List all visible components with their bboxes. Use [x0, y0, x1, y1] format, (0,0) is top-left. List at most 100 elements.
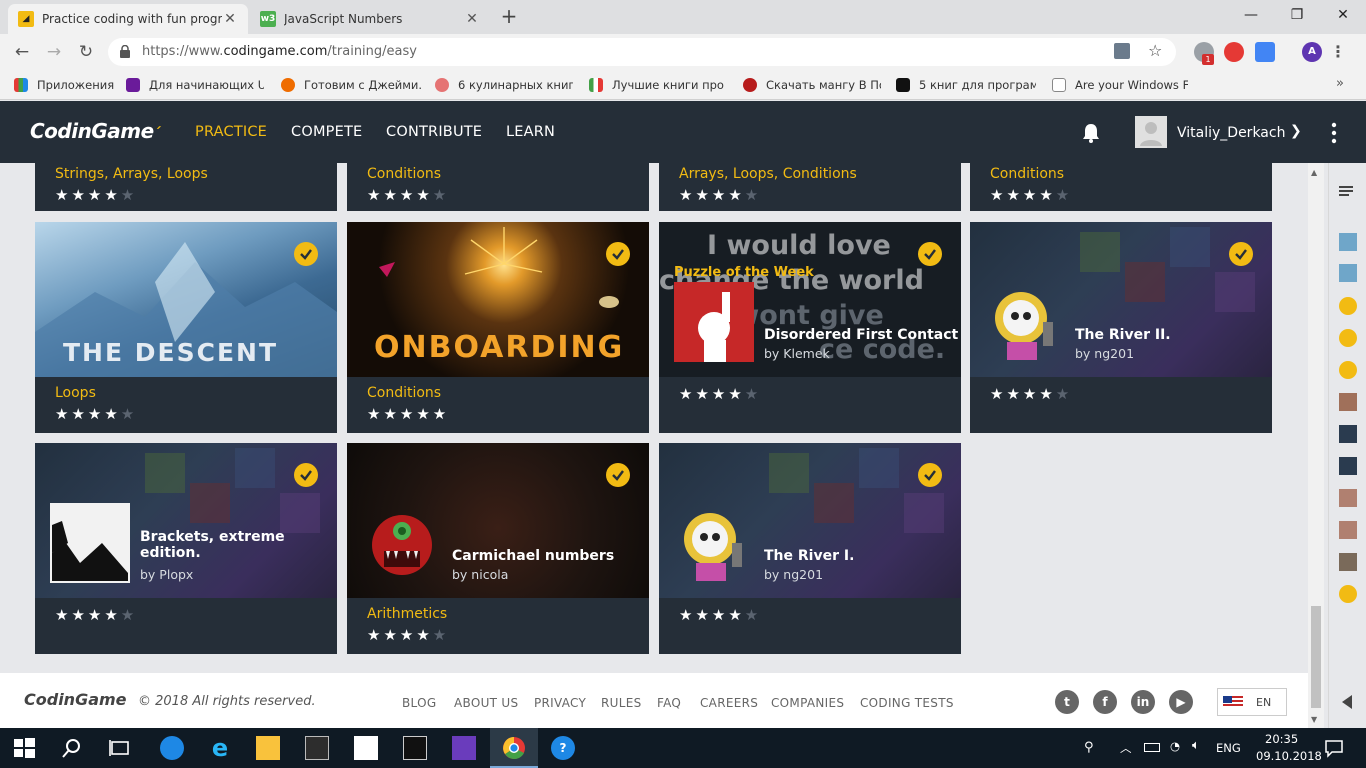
close-tab-icon[interactable]: ✕	[222, 11, 238, 27]
bookmark-item[interactable]: Скачать мангу В По	[743, 76, 881, 94]
help-icon[interactable]: ?	[551, 736, 575, 760]
maps-app-icon[interactable]	[160, 736, 184, 760]
chat-user-avatar[interactable]	[1339, 329, 1357, 347]
forward-button[interactable]: →	[42, 40, 66, 64]
maximize-button[interactable]: ❐	[1274, 0, 1320, 30]
language-selector[interactable]: EN	[1217, 688, 1287, 716]
show-hidden-icons-icon[interactable]: ︿	[1120, 740, 1132, 756]
bookmark-apps[interactable]: Приложения	[14, 76, 114, 94]
chrome-menu-icon[interactable]: ⋮	[1330, 42, 1346, 61]
footer-link-coding-tests[interactable]: CODING TESTS	[860, 696, 954, 710]
puzzle-card-disordered-first-contact[interactable]: I would love change the world ey wont gi…	[659, 222, 961, 433]
bookmark-item[interactable]: Для начинающих Ur	[126, 76, 264, 94]
footer-link-careers[interactable]: CAREERS	[700, 696, 758, 710]
store-icon[interactable]	[305, 736, 329, 760]
chat-user-avatar[interactable]	[1339, 553, 1357, 571]
footer-link-companies[interactable]: COMPANIES	[771, 696, 844, 710]
puzzle-card[interactable]: Strings, Arrays, Loops ★★★★★	[35, 163, 337, 211]
nav-learn[interactable]: LEARN	[506, 124, 555, 140]
chat-user-avatar[interactable]	[1339, 297, 1357, 315]
chat-user-avatar[interactable]	[1339, 521, 1357, 539]
puzzle-card[interactable]: Arrays, Loops, Conditions ★★★★★	[659, 163, 961, 211]
puzzle-card-the-river-1[interactable]: The River I. by ng201 ★★★★★	[659, 443, 961, 654]
terminal-icon[interactable]	[403, 736, 427, 760]
footer-link-faq[interactable]: FAQ	[657, 696, 681, 710]
close-tab-icon[interactable]: ✕	[464, 11, 480, 27]
close-window-button[interactable]: ✕	[1320, 0, 1366, 30]
menu-lines-icon[interactable]	[1339, 185, 1357, 199]
more-menu-icon[interactable]	[1324, 121, 1344, 145]
puzzle-card-brackets-extreme-edition[interactable]: Brackets, extreme edition. by Plopx ★★★★★	[35, 443, 337, 654]
chat-user-avatar[interactable]	[1339, 361, 1357, 379]
tab-codingame[interactable]: ◢ Practice coding with fun program ✕	[8, 4, 248, 34]
clock-time[interactable]: 20:35	[1265, 732, 1298, 746]
profile-avatar[interactable]: A	[1302, 42, 1322, 62]
chat-user-avatar[interactable]	[1339, 585, 1357, 603]
google-translate-extension-icon[interactable]	[1255, 42, 1275, 62]
footer-logo[interactable]: CodinGame	[24, 690, 127, 709]
wifi-icon[interactable]: ◔	[1170, 739, 1180, 753]
nav-practice[interactable]: PRACTICE	[195, 124, 267, 140]
username[interactable]: Vitaliy_Derkach	[1177, 125, 1285, 141]
linkedin-icon[interactable]: in	[1131, 690, 1155, 714]
back-button[interactable]: ←	[10, 40, 34, 64]
chat-user-avatar[interactable]	[1339, 233, 1357, 251]
visual-studio-icon[interactable]	[452, 736, 476, 760]
chat-user-avatar[interactable]	[1339, 457, 1357, 475]
battery-icon[interactable]	[1144, 743, 1160, 752]
minimize-button[interactable]: —	[1228, 0, 1274, 30]
footer-link-rules[interactable]: RULES	[601, 696, 642, 710]
more-bookmarks-icon[interactable]: »	[1336, 76, 1344, 91]
bookmark-star-icon[interactable]: ☆	[1148, 41, 1162, 60]
scroll-down-icon[interactable]: ▼	[1311, 715, 1317, 724]
facebook-icon[interactable]: f	[1093, 690, 1117, 714]
opera-extension-icon[interactable]	[1224, 42, 1244, 62]
footer-link-blog[interactable]: BLOG	[402, 696, 436, 710]
chat-user-avatar[interactable]	[1339, 489, 1357, 507]
notification-bell-icon[interactable]	[1082, 123, 1100, 143]
nav-contribute[interactable]: CONTRIBUTE	[386, 124, 482, 140]
bookmark-item[interactable]: 5 книг для программ	[896, 76, 1036, 94]
collapse-sidebar-icon[interactable]	[1341, 694, 1353, 710]
volume-icon[interactable]: 🔈︎	[1192, 738, 1200, 753]
file-explorer-icon[interactable]	[256, 736, 280, 760]
bookmark-item[interactable]: Готовим с Джейми.	[281, 76, 421, 94]
puzzle-card[interactable]: Conditions ★★★★★	[970, 163, 1272, 211]
chat-user-avatar[interactable]	[1339, 264, 1357, 282]
translate-icon[interactable]	[1114, 43, 1130, 59]
puzzle-card-carmichael-numbers[interactable]: Carmichael numbers by nicola Arithmetics…	[347, 443, 649, 654]
tab-javascript-numbers[interactable]: w3 JavaScript Numbers ✕	[250, 4, 490, 34]
chat-user-avatar[interactable]	[1339, 425, 1357, 443]
clock-date[interactable]: 09.10.2018	[1256, 749, 1322, 763]
youtube-icon[interactable]: ▶	[1169, 690, 1193, 714]
codingame-logo[interactable]: CodinGame´	[30, 119, 161, 143]
scroll-up-icon[interactable]: ▲	[1311, 168, 1317, 177]
footer-link-privacy[interactable]: PRIVACY	[534, 696, 586, 710]
puzzle-card-onboarding[interactable]: ONBOARDING Conditions ★★★★★	[347, 222, 649, 433]
windows-start-icon[interactable]	[12, 736, 36, 760]
new-tab-button[interactable]: +	[498, 6, 520, 28]
edge-browser-icon[interactable]: e	[208, 736, 232, 760]
task-view-icon[interactable]	[108, 736, 132, 760]
search-icon[interactable]	[60, 736, 84, 760]
puzzle-card[interactable]: Conditions ★★★★★	[347, 163, 649, 211]
address-bar[interactable]: https://www.codingame.com/training/easy …	[108, 38, 1176, 66]
chrome-taskbar-button[interactable]	[490, 728, 538, 768]
bookmark-item[interactable]: Лучшие книги про и	[589, 76, 727, 94]
twitter-icon[interactable]: t	[1055, 690, 1079, 714]
page-scrollbar[interactable]: ▲ ▼	[1308, 163, 1324, 728]
input-language[interactable]: ENG	[1216, 741, 1241, 755]
puzzle-card-the-descent[interactable]: THE DESCENT Loops ★★★★★	[35, 222, 337, 433]
bookmark-item[interactable]: 6 кулинарных книг д	[435, 76, 573, 94]
scrollbar-thumb[interactable]	[1311, 606, 1321, 708]
reload-button[interactable]: ↻	[74, 40, 98, 64]
action-center-icon[interactable]	[1322, 736, 1346, 760]
mail-icon[interactable]	[354, 736, 378, 760]
bookmark-item[interactable]: Are your Windows Fo	[1052, 76, 1188, 94]
chat-user-avatar[interactable]	[1339, 393, 1357, 411]
nav-compete[interactable]: COMPETE	[291, 124, 362, 140]
footer-link-about-us[interactable]: ABOUT US	[454, 696, 518, 710]
puzzle-card-the-river-2[interactable]: The River II. by ng201 ★★★★★	[970, 222, 1272, 433]
chevron-down-icon[interactable]: ❯	[1290, 123, 1302, 139]
people-icon[interactable]: ⚲	[1084, 740, 1094, 755]
